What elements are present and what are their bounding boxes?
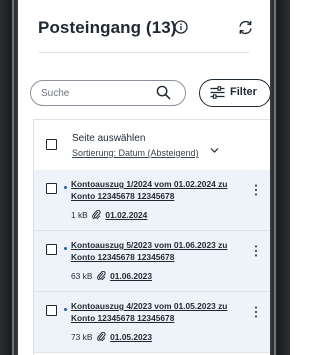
subject-line-2: Konto 12345678 12345678 (71, 252, 175, 262)
header-divider (38, 52, 250, 53)
more-vertical-icon[interactable] (254, 245, 258, 257)
message-meta: 73 kB 01.05.2023 (71, 332, 152, 342)
more-vertical-icon[interactable] (254, 184, 258, 196)
subject-line-2: Konto 12345678 12345678 (71, 313, 175, 323)
info-icon[interactable] (174, 20, 188, 34)
file-size: 63 kB (71, 271, 93, 281)
message-date: 01.06.2023 (110, 271, 152, 281)
filter-icon (210, 86, 225, 99)
select-all-checkbox[interactable] (46, 139, 57, 150)
message-subject-link[interactable]: Kontoauszug 4/2023 vom 01.05.2023 zu Kon… (71, 300, 251, 324)
list-item[interactable]: Kontoauszug 1/2024 vom 01.02.2024 zu Kon… (34, 170, 270, 231)
search-field[interactable] (30, 80, 186, 106)
subject-line-1: Kontoauszug 5/2023 vom 01.06.2023 zu (71, 240, 228, 250)
list-item[interactable]: Kontoauszug 4/2023 vom 01.05.2023 zu Kon… (34, 292, 270, 353)
unread-indicator (64, 186, 67, 189)
sort-dropdown[interactable]: Sortierung: Datum (Absteigend) (72, 148, 199, 158)
chevron-down-icon[interactable] (210, 147, 219, 154)
inbox-header: Posteingang (13) (38, 14, 258, 44)
filter-button-label: Filter (230, 86, 257, 98)
message-meta: 1 kB 01.02.2024 (71, 210, 147, 220)
subject-line-1: Kontoauszug 4/2023 vom 01.05.2023 zu (71, 301, 228, 311)
inbox-screen: Posteingang (13) Filter (18, 0, 270, 355)
list-item[interactable]: Kontoauszug 5/2023 vom 01.06.2023 zu Kon… (34, 231, 270, 292)
file-size: 73 kB (71, 332, 93, 342)
unread-indicator (64, 308, 67, 311)
row-checkbox[interactable] (46, 183, 57, 194)
select-all-label: Seite auswählen (72, 133, 146, 144)
message-date: 01.02.2024 (105, 210, 148, 220)
more-vertical-icon[interactable] (254, 306, 258, 318)
file-size: 1 kB (71, 210, 88, 220)
unread-indicator (64, 247, 67, 250)
subject-line-1: Kontoauszug 1/2024 vom 01.02.2024 zu (71, 179, 228, 189)
message-list: Seite auswählen Sortierung: Datum (Abste… (33, 119, 270, 355)
row-checkbox[interactable] (46, 305, 57, 316)
select-all-row: Seite auswählen Sortierung: Datum (Abste… (34, 120, 270, 171)
paperclip-icon (92, 210, 101, 219)
message-date: 01.05.2023 (110, 332, 152, 342)
search-input[interactable] (41, 86, 151, 100)
message-meta: 63 kB 01.06.2023 (71, 271, 152, 281)
device-frame-right (270, 0, 290, 355)
row-checkbox[interactable] (46, 244, 57, 255)
refresh-icon[interactable] (237, 19, 254, 36)
page-title: Posteingang (13) (38, 18, 177, 37)
subject-line-2: Konto 12345678 12345678 (71, 191, 175, 201)
filter-button[interactable]: Filter (199, 79, 270, 107)
message-subject-link[interactable]: Kontoauszug 5/2023 vom 01.06.2023 zu Kon… (71, 239, 251, 263)
device-frame-left (0, 0, 18, 355)
paperclip-icon (96, 271, 106, 280)
paperclip-icon (96, 332, 106, 341)
message-subject-link[interactable]: Kontoauszug 1/2024 vom 01.02.2024 zu Kon… (71, 178, 251, 202)
search-icon[interactable] (156, 85, 171, 100)
